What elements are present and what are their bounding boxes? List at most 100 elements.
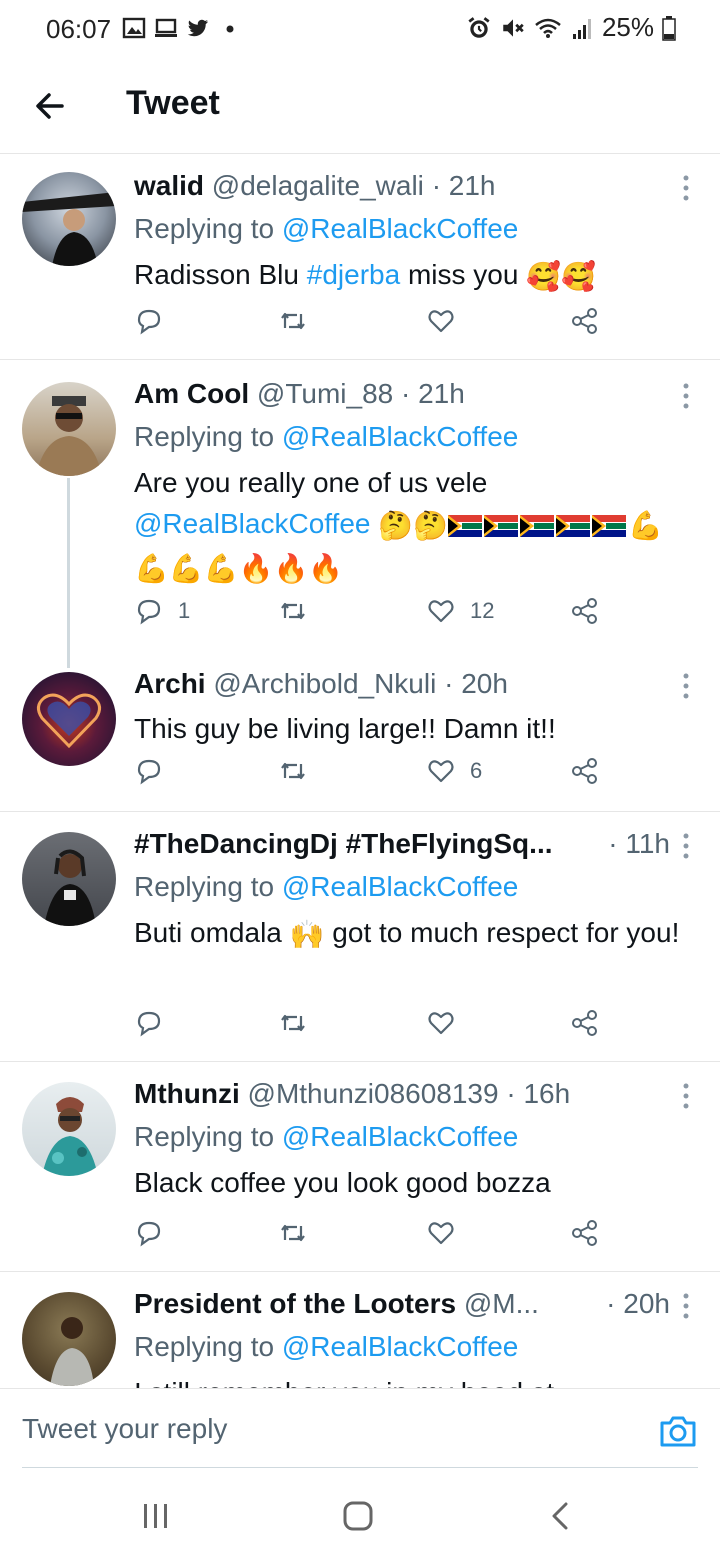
replying-to: Replying to @RealBlackCoffee: [134, 208, 680, 250]
reply-mention-link[interactable]: @RealBlackCoffee: [282, 421, 518, 452]
like-button[interactable]: [426, 306, 470, 336]
tweet-actions: [134, 1218, 614, 1258]
reply-button[interactable]: [134, 1218, 178, 1248]
south-africa-flag-icon: [447, 514, 482, 537]
avatar[interactable]: [22, 172, 116, 266]
tweet-text-part: Are you really one of us vele: [134, 467, 488, 498]
like-button[interactable]: 12: [426, 596, 494, 626]
tweet-actions: 6: [134, 756, 614, 796]
tweet-text-part: miss you: [400, 259, 527, 290]
reply-button[interactable]: 1: [134, 596, 190, 626]
emoji: 🙌: [289, 919, 325, 951]
system-nav-bar: [0, 1470, 720, 1560]
handle[interactable]: @M...: [464, 1288, 539, 1319]
mention-link[interactable]: @RealBlackCoffee: [134, 508, 370, 539]
tweet-item[interactable]: Archi @Archibold_Nkuli · 20h This guy be…: [0, 652, 720, 812]
signal-icon: [572, 18, 591, 39]
like-count: 12: [470, 598, 495, 623]
more-vertical-icon[interactable]: [682, 382, 690, 410]
tweet-item[interactable]: Am Cool @Tumi_88 · 21h Replying to @Real…: [0, 360, 720, 668]
more-vertical-icon[interactable]: [682, 174, 690, 202]
home-icon[interactable]: [338, 1500, 378, 1534]
tweet-text: Are you really one of us vele @RealBlack…: [134, 462, 680, 589]
tweet-item[interactable]: President of the Looters @M... · 20h Rep…: [0, 1272, 720, 1388]
retweet-icon: [281, 1014, 305, 1032]
handle[interactable]: @delagalite_wali: [212, 170, 424, 201]
handle[interactable]: @Tumi_88: [257, 378, 393, 409]
share-icon: [572, 1010, 597, 1036]
share-button[interactable]: [570, 756, 600, 786]
back-icon[interactable]: [540, 1500, 580, 1534]
timestamp: · 20h: [444, 668, 508, 699]
heart-icon: [428, 1012, 454, 1035]
reply-button[interactable]: [134, 756, 178, 786]
avatar[interactable]: [22, 672, 116, 766]
like-button[interactable]: [426, 1218, 470, 1248]
more-vertical-icon[interactable]: [682, 832, 690, 860]
display-name[interactable]: walid: [134, 170, 204, 201]
reply-button[interactable]: [134, 1008, 178, 1038]
status-bar: 06:07 25%: [0, 0, 720, 58]
camera-icon[interactable]: [658, 1413, 698, 1449]
hashtag-link[interactable]: #djerba: [307, 259, 400, 290]
reply-button[interactable]: [134, 306, 178, 336]
tweet-item[interactable]: #TheDancingDj #TheFlyingSq... · 11h Repl…: [0, 812, 720, 1062]
avatar[interactable]: [22, 382, 116, 476]
reply-input[interactable]: Tweet your reply: [22, 1413, 227, 1445]
more-vertical-icon[interactable]: [682, 1292, 690, 1320]
share-button[interactable]: [570, 596, 600, 626]
reply-mention-link[interactable]: @RealBlackCoffee: [282, 1331, 518, 1362]
like-button[interactable]: [426, 1008, 470, 1038]
retweet-icon: [281, 312, 305, 330]
share-icon: [572, 308, 597, 334]
tweet-text: Radisson Blu #djerba miss you 🥰🥰: [134, 254, 680, 297]
timestamp: · 16h: [506, 1078, 571, 1109]
replying-to: Replying to @RealBlackCoffee: [134, 866, 680, 908]
display-name[interactable]: Am Cool: [134, 378, 249, 409]
header: Tweet: [0, 58, 720, 154]
display-name[interactable]: Archi: [134, 668, 206, 699]
avatar[interactable]: [22, 1292, 116, 1386]
display-name[interactable]: #TheDancingDj #TheFlyingSq...: [134, 824, 553, 864]
tweet-item[interactable]: Mthunzi @Mthunzi08608139 · 16h Replying …: [0, 1062, 720, 1272]
retweet-button[interactable]: [278, 1008, 308, 1038]
emoji: 🥰🥰: [526, 261, 596, 293]
retweet-button[interactable]: [278, 306, 308, 336]
reply-mention-link[interactable]: @RealBlackCoffee: [282, 213, 518, 244]
avatar[interactable]: [22, 832, 116, 926]
retweet-button[interactable]: [278, 596, 308, 626]
reply-mention-link[interactable]: @RealBlackCoffee: [282, 1121, 518, 1152]
tweet-header: Archi @Archibold_Nkuli · 20h: [134, 664, 680, 704]
reply-count: 1: [178, 598, 191, 623]
display-name[interactable]: Mthunzi: [134, 1078, 240, 1109]
page-title: Tweet: [126, 84, 220, 122]
avatar[interactable]: [22, 1082, 116, 1176]
replying-to: Replying to @RealBlackCoffee: [134, 416, 680, 458]
tweet-text-part: got to much respect for you!: [324, 917, 680, 948]
share-button[interactable]: [570, 1218, 600, 1248]
share-button[interactable]: [570, 1008, 600, 1038]
emoji: 🤔🤔: [378, 510, 448, 542]
display-name[interactable]: President of the Looters: [134, 1288, 456, 1319]
south-africa-flag-icon: [483, 514, 518, 537]
twitter-icon: [187, 19, 208, 37]
handle[interactable]: @Archibold_Nkuli: [213, 668, 436, 699]
reply-mention-link[interactable]: @RealBlackCoffee: [282, 871, 518, 902]
tweet-item[interactable]: walid @delagalite_wali · 21h Replying to…: [0, 154, 720, 360]
timestamp: · 20h: [606, 1288, 670, 1319]
arrow-left-icon[interactable]: [30, 86, 70, 126]
status-left-icons: [122, 16, 242, 40]
share-icon: [572, 758, 597, 784]
reply-icon: [137, 1221, 161, 1247]
like-button[interactable]: 6: [426, 756, 482, 786]
more-vertical-icon[interactable]: [682, 1082, 690, 1110]
reply-underline: [22, 1467, 698, 1468]
share-button[interactable]: [570, 306, 600, 336]
retweet-button[interactable]: [278, 1218, 308, 1248]
gallery-icon: [122, 17, 146, 39]
retweet-button[interactable]: [278, 756, 308, 786]
handle[interactable]: @Mthunzi08608139: [248, 1078, 499, 1109]
tweet-text-part: Radisson Blu: [134, 259, 307, 290]
recent-apps-icon[interactable]: [136, 1500, 176, 1534]
more-vertical-icon[interactable]: [682, 672, 690, 700]
